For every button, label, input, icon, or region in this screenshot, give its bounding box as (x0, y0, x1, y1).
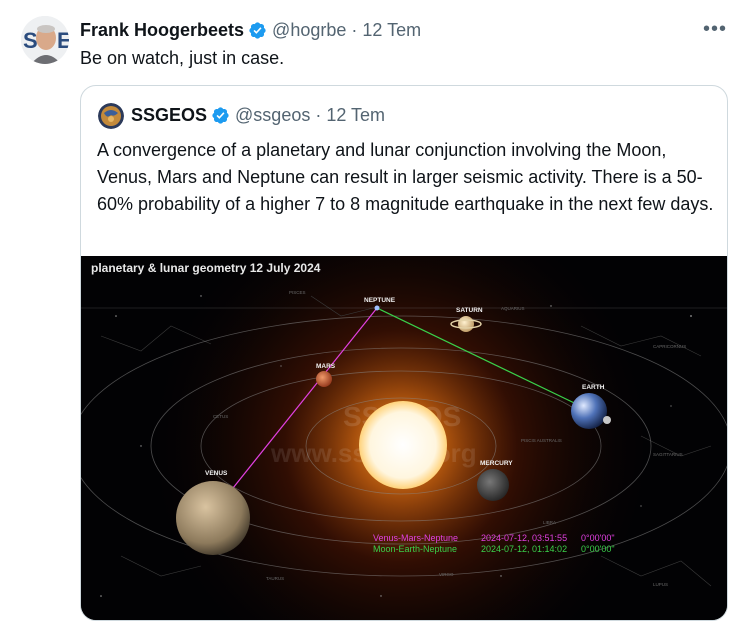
author-handle[interactable]: @hogrbe (272, 20, 346, 41)
constellation-label: AQUARIUS (501, 306, 525, 311)
quoted-author-avatar[interactable] (98, 103, 124, 129)
saturn-planet (458, 316, 474, 332)
neptune-planet (374, 305, 380, 311)
constellation-label: PISCES (289, 290, 306, 295)
planet-label-earth: EARTH (582, 384, 605, 391)
post-header: Frank Hoogerbeets @hogrbe · 12 Tem (80, 19, 421, 41)
constellation-label: LUPUS (653, 582, 668, 587)
constellation-label: LIBRA (543, 520, 556, 525)
planet-label-mercury: MERCURY (480, 460, 513, 467)
planet-label-mars: MARS (316, 363, 336, 370)
planet-label-saturn: SATURN (456, 307, 483, 314)
planet-label-venus: VENUS (205, 470, 228, 477)
mars-planet (316, 371, 332, 387)
constellation-label: CAPRICORNUS (653, 344, 686, 349)
moon (603, 416, 611, 424)
verified-badge-icon (211, 106, 230, 125)
mercury-planet (477, 469, 509, 501)
more-options-icon[interactable]: ••• (703, 18, 727, 41)
constellation-label: PISCIS AUSTRALIS (521, 438, 562, 443)
quoted-timestamp[interactable]: 12 Tem (326, 105, 385, 126)
constellation-label: VIRGO (439, 572, 454, 577)
post-text: Be on watch, just in case. (80, 48, 285, 68)
separator-dot: · (351, 19, 358, 40)
legend-date-1: 2024-07-12, 03:51:55 (481, 533, 567, 543)
planet-label-neptune: NEPTUNE (364, 297, 396, 304)
constellation-label: SAGITTARIUS (653, 452, 683, 457)
constellation-label: TAURUS (266, 576, 284, 581)
svg-text:E: E (57, 28, 69, 53)
quoted-post[interactable]: SSGEOS @ssgeos · 12 Tem A convergence of… (80, 85, 728, 621)
legend-date-2: 2024-07-12, 01:14:02 (481, 544, 567, 554)
svg-text:S: S (23, 28, 38, 53)
quoted-post-text: A convergence of a planetary and lunar c… (97, 140, 714, 214)
legend-name-1: Venus-Mars-Neptune (373, 533, 458, 543)
venus-planet (176, 481, 250, 555)
verified-badge-icon (248, 21, 267, 40)
earth-planet (571, 393, 607, 429)
legend-name-2: Moon-Earth-Neptune (373, 544, 457, 554)
separator-dot: · (315, 105, 322, 125)
timestamp[interactable]: 12 Tem (362, 20, 421, 41)
legend-angle-2: 0°00'00" (581, 544, 615, 554)
author-name[interactable]: Frank Hoogerbeets (80, 20, 244, 41)
constellation-label: CETUS (213, 414, 228, 419)
quoted-post-header: SSGEOS @ssgeos · 12 Tem (131, 105, 385, 126)
author-avatar[interactable]: S E (21, 16, 69, 64)
legend-angle-1: 0°00'00" (581, 533, 615, 543)
quoted-post-image[interactable]: PISCES AQUARIUS CAPRICORNUS CETUS SAGITT… (81, 256, 727, 620)
image-title: planetary & lunar geometry 12 July 2024 (91, 261, 321, 275)
sun (359, 401, 447, 489)
quoted-author-handle[interactable]: @ssgeos (235, 105, 310, 126)
quoted-author-name[interactable]: SSGEOS (131, 105, 207, 126)
